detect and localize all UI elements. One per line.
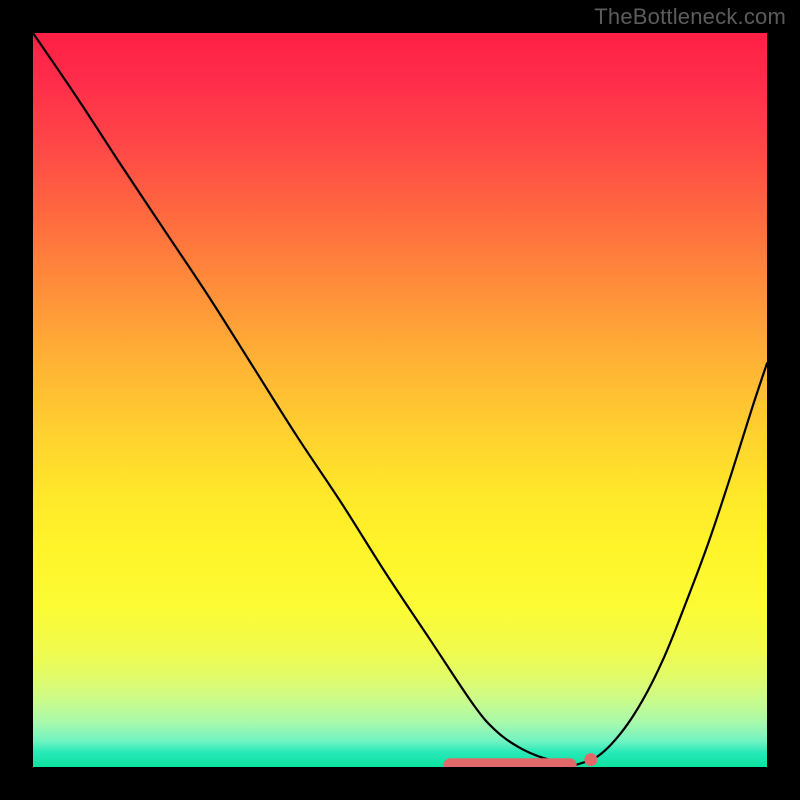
curve-left-branch xyxy=(33,33,576,765)
chart-frame: TheBottleneck.com xyxy=(0,0,800,800)
curve-layer xyxy=(33,33,767,767)
plot-area xyxy=(33,33,767,767)
watermark-text: TheBottleneck.com xyxy=(594,4,786,30)
curve-right-branch xyxy=(576,363,767,765)
valley-dot-marker xyxy=(584,753,597,766)
valley-bar-marker xyxy=(444,759,576,767)
